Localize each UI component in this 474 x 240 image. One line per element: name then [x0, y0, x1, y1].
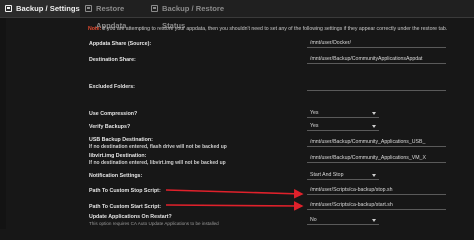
stop-script-arrow — [165, 188, 304, 199]
start-script-arrow — [165, 201, 304, 211]
annotation-arrows — [165, 188, 304, 211]
